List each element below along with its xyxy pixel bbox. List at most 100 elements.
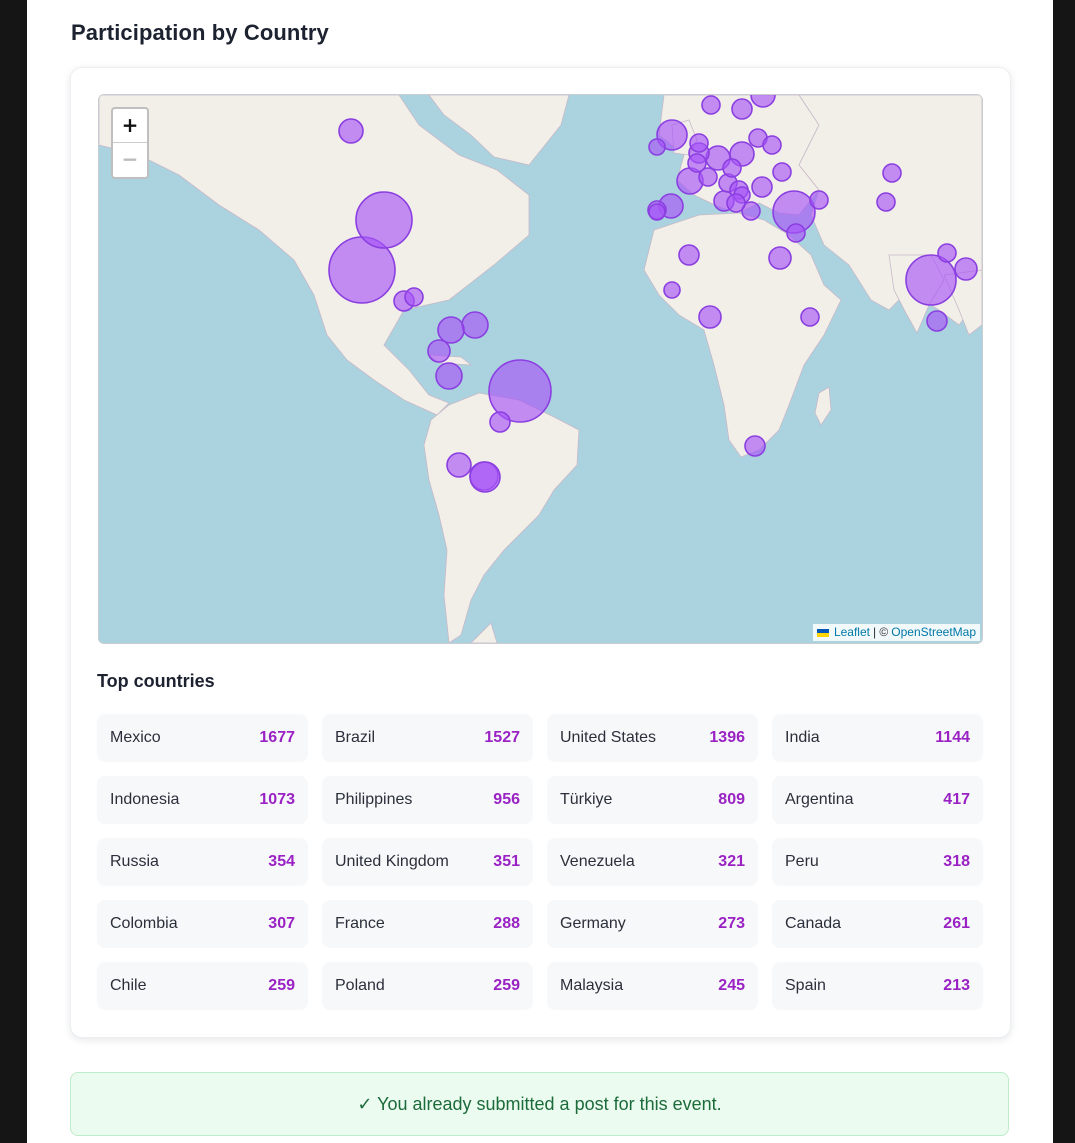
- zoom-out-button[interactable]: −: [113, 143, 147, 176]
- bubble-switzerland[interactable]: [698, 167, 718, 187]
- bubble-venezuela[interactable]: [461, 311, 489, 339]
- bubble-algeria[interactable]: [678, 244, 700, 266]
- bubble-ukraine[interactable]: [772, 162, 792, 182]
- ukraine-flag-icon: [816, 628, 829, 637]
- map-attribution: Leaflet | © OpenStreetMap: [812, 624, 980, 641]
- bubble-czech[interactable]: [722, 158, 742, 178]
- bubble-united-states[interactable]: [355, 191, 413, 249]
- bubble-colombia[interactable]: [437, 316, 465, 344]
- country-count: 321: [718, 853, 745, 870]
- country-count: 1396: [709, 729, 745, 746]
- country-count: 351: [493, 853, 520, 870]
- country-count: 354: [268, 853, 295, 870]
- country-name: Germany: [560, 915, 626, 932]
- bubble-south-africa[interactable]: [744, 435, 766, 457]
- top-countries-grid: Mexico 1677 Brazil 1527 United States 1396 Ind…: [97, 714, 983, 1010]
- country-item: France 288: [322, 900, 533, 948]
- country-count: 307: [268, 915, 295, 932]
- country-item: Malaysia 245: [547, 962, 758, 1010]
- bubble-pakistan[interactable]: [876, 192, 896, 212]
- country-item: Philippines 956: [322, 776, 533, 824]
- bubble-china[interactable]: [882, 163, 902, 183]
- country-count: 809: [718, 791, 745, 808]
- country-count: 259: [268, 977, 295, 994]
- country-name: United Kingdom: [335, 853, 449, 870]
- bubble-iran[interactable]: [809, 190, 829, 210]
- leaflet-link[interactable]: Leaflet: [834, 624, 870, 641]
- country-item: Germany 273: [547, 900, 758, 948]
- page: Participation by Country + − Leaflet | ©…: [27, 0, 1053, 1143]
- bubble-malaysia[interactable]: [926, 310, 948, 332]
- bubble-bolivia[interactable]: [489, 411, 511, 433]
- bubble-ecuador[interactable]: [427, 339, 451, 363]
- participation-map[interactable]: + − Leaflet | © OpenStreetMap: [98, 94, 983, 644]
- country-count: 245: [718, 977, 745, 994]
- country-item: Russia 354: [97, 838, 308, 886]
- participation-card: + − Leaflet | © OpenStreetMap Top countr…: [70, 67, 1011, 1038]
- bubble-finland[interactable]: [731, 98, 753, 120]
- country-name: Brazil: [335, 729, 376, 746]
- bubble-kenya[interactable]: [800, 307, 820, 327]
- bubble-belarus[interactable]: [762, 135, 782, 155]
- country-name: Russia: [110, 853, 159, 870]
- zoom-in-button[interactable]: +: [113, 109, 147, 143]
- country-item: Indonesia 1073: [97, 776, 308, 824]
- country-item: India 1144: [772, 714, 983, 762]
- country-name: Canada: [785, 915, 842, 932]
- map-canvas[interactable]: [99, 95, 982, 643]
- country-name: Türkiye: [560, 791, 613, 808]
- country-name: Venezuela: [560, 853, 635, 870]
- country-name: Argentina: [785, 791, 854, 808]
- country-name: Malaysia: [560, 977, 624, 994]
- country-item: Brazil 1527: [322, 714, 533, 762]
- bubble-portugal[interactable]: [648, 203, 666, 221]
- country-item: United States 1396: [547, 714, 758, 762]
- country-count: 1144: [935, 729, 970, 746]
- country-item: Türkiye 809: [547, 776, 758, 824]
- bubble-sweden[interactable]: [701, 95, 721, 115]
- country-name: Indonesia: [110, 791, 180, 808]
- country-item: Colombia 307: [97, 900, 308, 948]
- bubble-honduras[interactable]: [404, 287, 424, 307]
- bubble-saudi[interactable]: [786, 223, 806, 243]
- country-name: Colombia: [110, 915, 178, 932]
- country-count: 318: [943, 853, 970, 870]
- bubble-ghana[interactable]: [663, 281, 681, 299]
- country-item: United Kingdom 351: [322, 838, 533, 886]
- country-count: 1073: [259, 791, 295, 808]
- bubble-denmark[interactable]: [689, 133, 709, 153]
- bubble-chile[interactable]: [446, 452, 472, 478]
- attribution-separator: | ©: [872, 625, 889, 639]
- bubble-canada[interactable]: [338, 118, 364, 144]
- bubble-peru[interactable]: [435, 362, 463, 390]
- already-submitted-notice: ✓ You already submitted a post for this …: [70, 1072, 1009, 1136]
- country-count: 259: [493, 977, 520, 994]
- bubble-philippines[interactable]: [954, 257, 978, 281]
- country-item: Canada 261: [772, 900, 983, 948]
- bubble-uruguay[interactable]: [469, 461, 501, 493]
- country-item: Poland 259: [322, 962, 533, 1010]
- openstreetmap-link[interactable]: OpenStreetMap: [891, 624, 976, 641]
- country-count: 261: [943, 915, 970, 932]
- country-name: Philippines: [335, 791, 413, 808]
- bubble-ireland[interactable]: [648, 138, 666, 156]
- country-count: 1527: [484, 729, 520, 746]
- country-item: Argentina 417: [772, 776, 983, 824]
- country-name: Poland: [335, 977, 385, 994]
- bubble-romania[interactable]: [751, 176, 773, 198]
- country-name: United States: [560, 729, 657, 746]
- country-name: Chile: [110, 977, 147, 994]
- country-item: Mexico 1677: [97, 714, 308, 762]
- country-item: Peru 318: [772, 838, 983, 886]
- bubble-egypt[interactable]: [768, 246, 792, 270]
- country-count: 273: [718, 915, 745, 932]
- section-title: Participation by Country: [71, 20, 329, 45]
- country-name: India: [785, 729, 820, 746]
- country-item: Spain 213: [772, 962, 983, 1010]
- country-count: 956: [493, 791, 520, 808]
- country-item: Venezuela 321: [547, 838, 758, 886]
- bubble-tunisia[interactable]: [726, 193, 746, 213]
- bubble-nigeria[interactable]: [698, 305, 722, 329]
- country-count: 417: [943, 791, 970, 808]
- bubble-bangladesh[interactable]: [937, 243, 957, 263]
